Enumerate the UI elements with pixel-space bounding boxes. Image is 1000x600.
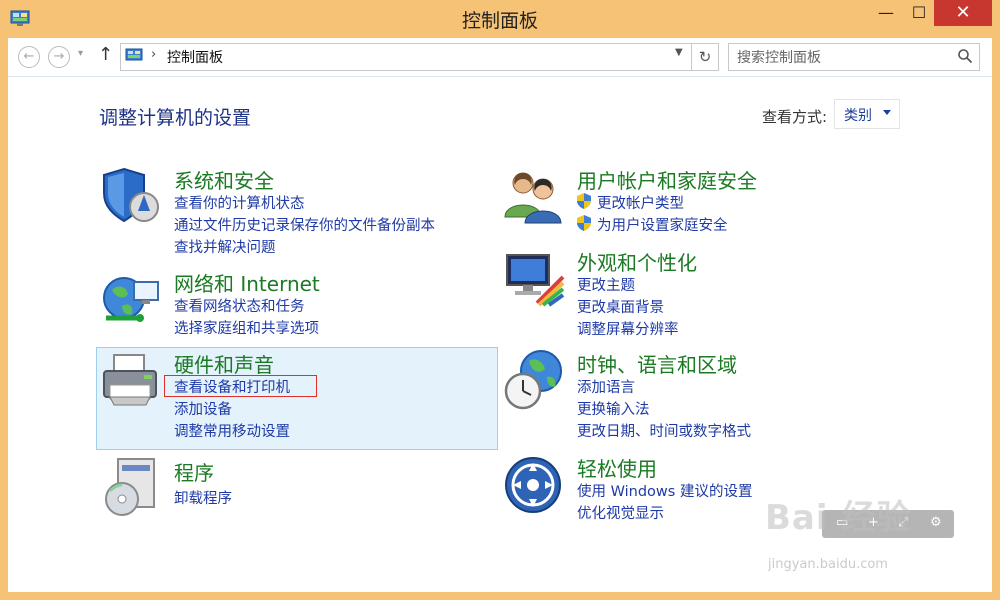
view-by-value: 类别 — [844, 108, 872, 124]
control-panel-icon — [125, 48, 143, 61]
recent-locations-dropdown[interactable]: ▾ — [78, 48, 83, 59]
category-title-network-internet[interactable]: 网络和 Internet — [174, 268, 320, 297]
control-panel-window: 控制面板 — ☐ ✕ ← → ▾ ↑ › 控制面板 ▼ ↻ 搜索控制面板 调整计… — [0, 0, 1000, 600]
link-change-date-time-format[interactable]: 更改日期、时间或数字格式 — [577, 420, 751, 441]
shield-icon — [103, 167, 159, 223]
link-uninstall-program[interactable]: 卸载程序 — [174, 487, 232, 508]
gear-icon: ⚙ — [930, 515, 942, 530]
category-title-appearance[interactable]: 外观和个性化 — [577, 247, 697, 276]
category-title-hardware-sound[interactable]: 硬件和声音 — [174, 349, 274, 378]
annotation-highlight-box — [164, 375, 317, 397]
address-dropdown-icon[interactable]: ▼ — [675, 47, 683, 58]
link-change-background[interactable]: 更改桌面背景 — [577, 296, 664, 317]
link-troubleshoot[interactable]: 查找并解决问题 — [174, 236, 276, 257]
breadcrumb-control-panel[interactable]: 控制面板 — [167, 47, 223, 67]
baidu-watermark-url: jingyan.baidu.com — [768, 557, 888, 572]
link-view-computer-status[interactable]: 查看你的计算机状态 — [174, 192, 305, 213]
uac-shield-icon — [577, 193, 591, 209]
back-button[interactable]: ← — [18, 46, 40, 68]
address-bar[interactable]: › 控制面板 ▼ — [120, 43, 692, 71]
link-homegroup-sharing[interactable]: 选择家庭组和共享选项 — [174, 317, 319, 338]
clock-globe-icon — [504, 350, 562, 410]
monitor-palette-icon — [506, 254, 565, 307]
uac-shield-icon — [577, 215, 591, 231]
maximize-button[interactable]: ☐ — [904, 0, 934, 26]
window-title: 控制面板 — [461, 10, 538, 32]
category-title-programs[interactable]: 程序 — [174, 457, 214, 486]
link-add-device[interactable]: 添加设备 — [174, 398, 232, 419]
close-button[interactable]: ✕ — [934, 0, 992, 26]
link-add-language[interactable]: 添加语言 — [577, 376, 635, 397]
navigation-bar: ← → ▾ ↑ › 控制面板 ▼ ↻ 搜索控制面板 — [8, 38, 992, 77]
link-change-account-type[interactable]: 更改帐户类型 — [597, 192, 684, 213]
users-icon — [504, 172, 562, 224]
view-by-dropdown[interactable]: 类别 — [834, 99, 900, 129]
link-change-input-method[interactable]: 更换输入法 — [577, 398, 650, 419]
chevron-down-icon — [883, 110, 891, 115]
link-network-status[interactable]: 查看网络状态和任务 — [174, 295, 305, 316]
category-title-user-accounts[interactable]: 用户帐户和家庭安全 — [577, 165, 757, 194]
search-input[interactable]: 搜索控制面板 — [728, 43, 980, 71]
search-placeholder: 搜索控制面板 — [737, 50, 821, 66]
programs-disc-icon — [105, 458, 155, 516]
link-screen-resolution[interactable]: 调整屏幕分辨率 — [577, 318, 679, 339]
link-mobility-settings[interactable]: 调整常用移动设置 — [174, 420, 290, 441]
breadcrumb-separator: › — [151, 47, 157, 62]
category-title-ease-of-access[interactable]: 轻松使用 — [577, 453, 657, 482]
up-button[interactable]: ↑ — [98, 44, 113, 65]
network-globe-icon — [103, 277, 159, 322]
link-file-history-backup[interactable]: 通过文件历史记录保存你的文件备份副本 — [174, 214, 435, 235]
search-icon[interactable] — [957, 48, 973, 64]
category-title-system-security[interactable]: 系统和安全 — [174, 165, 274, 194]
printer-icon — [103, 354, 157, 406]
baidu-watermark: Bai 经验 — [765, 498, 912, 538]
ease-of-access-icon — [505, 457, 561, 513]
link-family-safety[interactable]: 为用户设置家庭安全 — [597, 214, 728, 235]
view-by-label: 查看方式: — [762, 108, 828, 126]
minimize-button[interactable]: — — [868, 0, 904, 26]
refresh-button[interactable]: ↻ — [692, 43, 719, 71]
link-change-theme[interactable]: 更改主题 — [577, 274, 635, 295]
category-title-clock-language-region[interactable]: 时钟、语言和区域 — [577, 349, 737, 378]
page-title: 调整计算机的设置 — [99, 107, 252, 129]
title-bar[interactable]: 控制面板 — ☐ ✕ — [0, 0, 1000, 38]
link-optimize-visual-display[interactable]: 优化视觉显示 — [577, 502, 664, 523]
link-recommended-settings[interactable]: 使用 Windows 建议的设置 — [577, 480, 752, 501]
forward-button[interactable]: → — [48, 46, 70, 68]
